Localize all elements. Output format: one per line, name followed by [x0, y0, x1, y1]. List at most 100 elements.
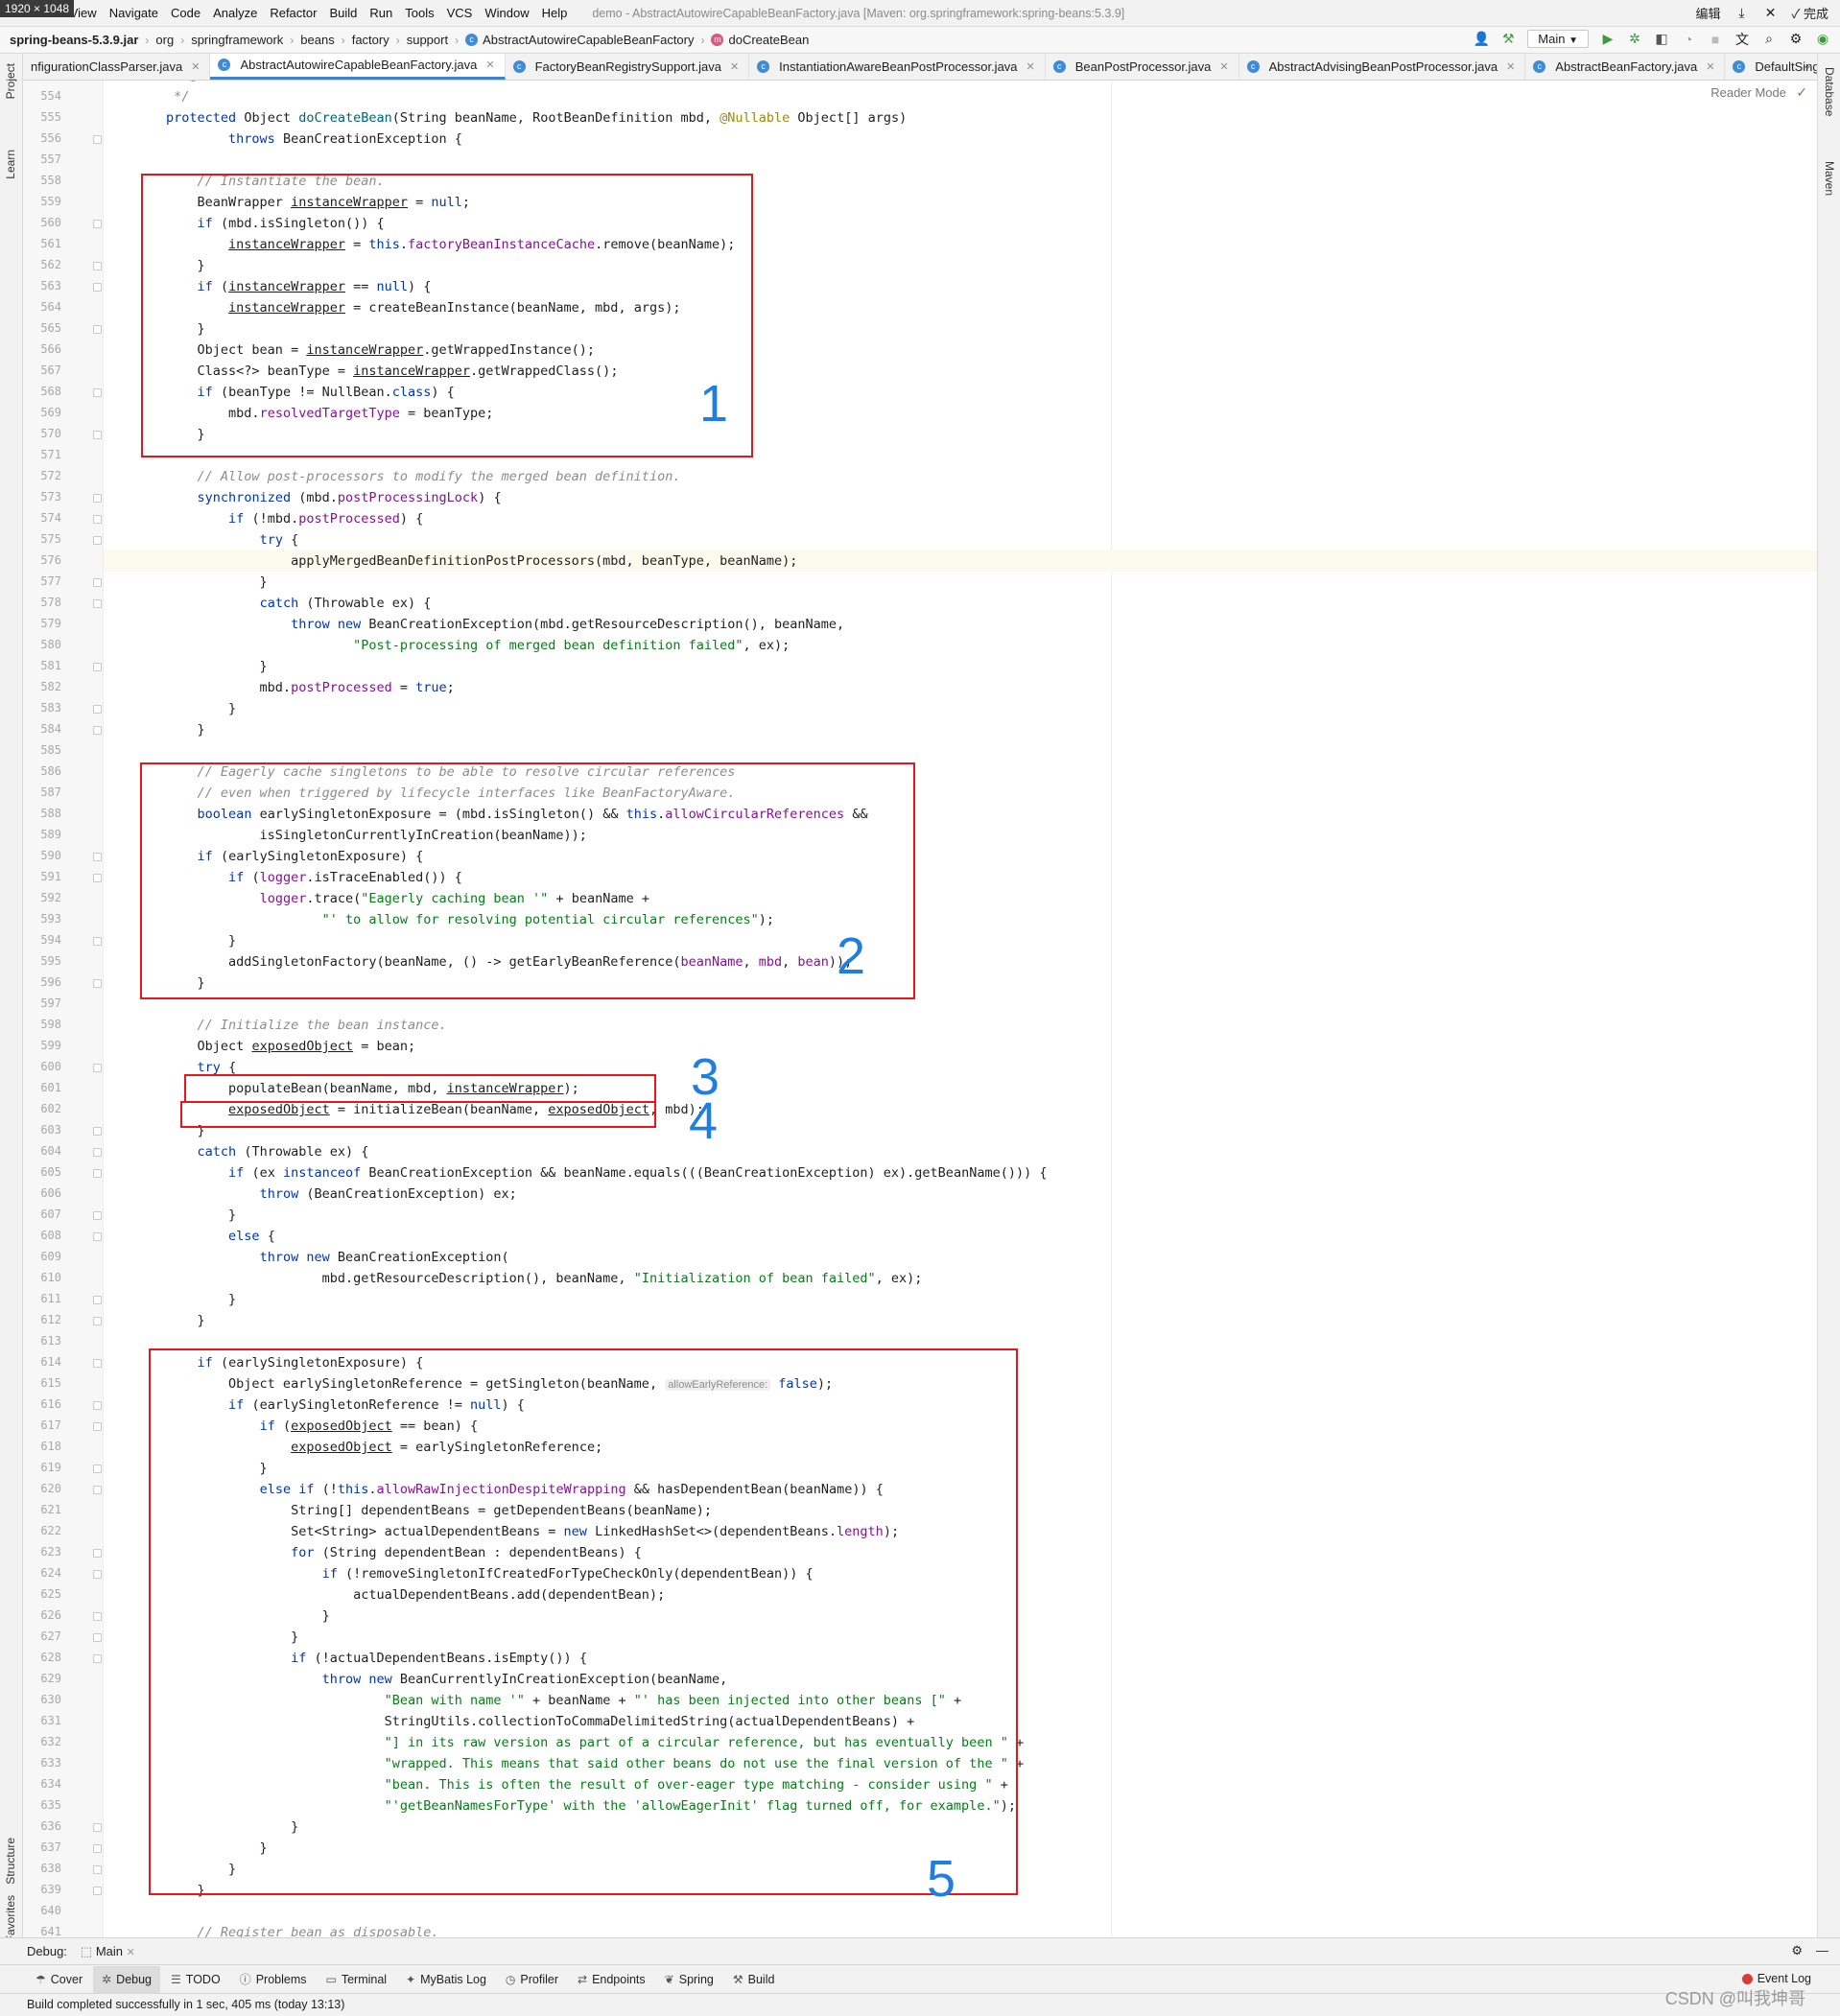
structure-tool[interactable]: Structure: [4, 1838, 17, 1885]
fold-icon[interactable]: [93, 220, 102, 228]
fold-icon[interactable]: [93, 874, 102, 882]
project-tool[interactable]: Project: [4, 63, 17, 99]
inspection-ok-icon[interactable]: ✓: [1796, 84, 1807, 101]
menu-item-tools[interactable]: Tools: [405, 6, 434, 20]
breadcrumb-item[interactable]: factory: [352, 33, 389, 47]
fold-icon[interactable]: [93, 1232, 102, 1241]
fold-icon[interactable]: [93, 1401, 102, 1410]
download-icon[interactable]: ⤓: [1734, 5, 1749, 21]
menu-item-window[interactable]: Window: [484, 6, 529, 20]
code-line[interactable]: mbd.postProcessed = true;: [104, 677, 1817, 698]
fold-icon[interactable]: [93, 431, 102, 439]
code-line[interactable]: synchronized (mbd.postProcessingLock) {: [104, 487, 1817, 508]
code-line[interactable]: protected Object doCreateBean(String bea…: [104, 107, 1817, 129]
close-tab-icon[interactable]: ✕: [127, 1947, 135, 1958]
breadcrumb-item[interactable]: m doCreateBean: [711, 33, 809, 47]
code-editor[interactable]: 553 554 555 556 557 558 559 560 561 562 563 564 565 5…: [23, 81, 1817, 1937]
breadcrumb-item[interactable]: beans: [300, 33, 334, 47]
code-line[interactable]: }: [104, 719, 1817, 740]
code-line[interactable]: catch (Throwable ex) {: [104, 1141, 1817, 1162]
learn-tool[interactable]: Learn: [4, 150, 17, 179]
edit-label[interactable]: 编辑: [1695, 4, 1720, 22]
menu-item-build[interactable]: Build: [329, 6, 357, 20]
menu-item-help[interactable]: Help: [542, 6, 568, 20]
fold-icon[interactable]: [93, 663, 102, 671]
fold-icon[interactable]: [93, 1169, 102, 1178]
code-line[interactable]: // Initialize the bean instance.: [104, 1015, 1817, 1036]
close-tab-icon[interactable]: ✕: [1026, 60, 1035, 73]
fold-icon[interactable]: [93, 135, 102, 144]
user-icon[interactable]: 👤: [1474, 31, 1490, 47]
gear-icon[interactable]: ⚙: [1791, 1943, 1803, 1958]
breadcrumb-item[interactable]: spring-beans-5.3.9.jar: [10, 33, 138, 47]
editor-tab[interactable]: c InstantiationAwareBeanPostProcessor.jav…: [749, 54, 1046, 80]
breadcrumb-item[interactable]: springframework: [191, 33, 283, 47]
code-line[interactable]: }: [104, 1289, 1817, 1310]
menu-item-refactor[interactable]: Refactor: [270, 6, 317, 20]
tool-tab-problems[interactable]: ⓘ Problems: [231, 1966, 316, 1993]
translate-icon[interactable]: 文: [1734, 32, 1750, 47]
fold-icon[interactable]: [93, 1612, 102, 1621]
menu-item-vcs[interactable]: VCS: [447, 6, 473, 20]
close-icon[interactable]: ✕: [1762, 5, 1778, 21]
fold-icon[interactable]: [93, 515, 102, 524]
editor-tab[interactable]: c AbstractAutowireCapableBeanFactory.java…: [210, 54, 506, 80]
code-line[interactable]: }: [104, 656, 1817, 677]
fold-icon[interactable]: [93, 1127, 102, 1136]
run-config-select[interactable]: Main ▼: [1527, 30, 1589, 48]
fold-icon[interactable]: [93, 578, 102, 587]
fold-icon[interactable]: [93, 1823, 102, 1832]
stop-icon[interactable]: ■: [1708, 32, 1723, 47]
fold-icon[interactable]: [93, 937, 102, 946]
code-line[interactable]: "Post-processing of merged bean definiti…: [104, 635, 1817, 656]
fold-icon[interactable]: [93, 1296, 102, 1304]
fold-icon[interactable]: [93, 1887, 102, 1895]
fold-icon[interactable]: [93, 1570, 102, 1579]
tool-tab-build[interactable]: ⚒ Build: [724, 1966, 784, 1993]
code-line[interactable]: [104, 1901, 1817, 1922]
tool-tab-spring[interactable]: ❦ Spring: [656, 1966, 722, 1993]
code-line[interactable]: throw new BeanCreationException(: [104, 1247, 1817, 1268]
breadcrumb-item[interactable]: org: [155, 33, 174, 47]
fold-icon[interactable]: [93, 1549, 102, 1558]
code-line[interactable]: throw new BeanCreationException(mbd.getR…: [104, 614, 1817, 635]
breadcrumb-item[interactable]: support: [407, 33, 448, 47]
code-line[interactable]: */: [104, 86, 1817, 107]
code-line[interactable]: throws BeanCreationException {: [104, 129, 1817, 150]
debug-config-tab[interactable]: ⬚ Main ✕: [81, 1944, 135, 1959]
plugin-icon[interactable]: ◉: [1815, 31, 1830, 47]
fold-icon[interactable]: [93, 1359, 102, 1368]
code-line[interactable]: }: [104, 572, 1817, 593]
fold-icon[interactable]: [93, 1865, 102, 1874]
tabs-overflow-icon[interactable]: ⌄: [1798, 58, 1817, 73]
code-line[interactable]: if (ex instanceof BeanCreationException …: [104, 1162, 1817, 1184]
minimize-icon[interactable]: —: [1816, 1943, 1828, 1958]
fold-icon[interactable]: [93, 388, 102, 397]
fold-icon[interactable]: [93, 1465, 102, 1473]
tool-tab-cover[interactable]: ☂ Cover: [27, 1966, 91, 1993]
code-line[interactable]: if (!mbd.postProcessed) {: [104, 508, 1817, 529]
done-button[interactable]: ✓ 完成: [1791, 4, 1828, 22]
code-line[interactable]: applyMergedBeanDefinitionPostProcessors(…: [104, 551, 1817, 572]
close-tab-icon[interactable]: ✕: [485, 59, 494, 71]
tool-tab-todo[interactable]: ☰ TODO: [162, 1966, 229, 1993]
editor-tab[interactable]: c BeanPostProcessor.java ✕: [1046, 54, 1239, 80]
code-line[interactable]: Object exposedObject = bean;: [104, 1036, 1817, 1057]
line-gutter[interactable]: 553 554 555 556 557 558 559 560 561 562 563 564 565 5…: [23, 81, 104, 1937]
fold-icon[interactable]: [93, 853, 102, 861]
fold-icon[interactable]: [93, 283, 102, 292]
editor-tab[interactable]: nfigurationClassParser.java ✕: [23, 54, 211, 80]
code-line[interactable]: try {: [104, 529, 1817, 551]
fold-icon[interactable]: [93, 599, 102, 608]
code-line[interactable]: [104, 740, 1817, 762]
database-tool[interactable]: Database: [1823, 67, 1836, 116]
fold-icon[interactable]: [93, 1064, 102, 1072]
code-line[interactable]: }: [104, 698, 1817, 719]
tool-tab-profiler[interactable]: ◷ Profiler: [497, 1966, 567, 1993]
editor-tab[interactable]: c AbstractBeanFactory.java ✕: [1525, 54, 1726, 80]
favorites-tool[interactable]: Favorites: [4, 1895, 17, 1942]
fold-icon[interactable]: [93, 1486, 102, 1494]
editor-tab[interactable]: c AbstractAdvisingBeanPostProcessor.java ✕: [1239, 54, 1526, 80]
hammer-icon[interactable]: ⚒: [1500, 31, 1516, 47]
coverage-icon[interactable]: ◧: [1654, 31, 1669, 47]
